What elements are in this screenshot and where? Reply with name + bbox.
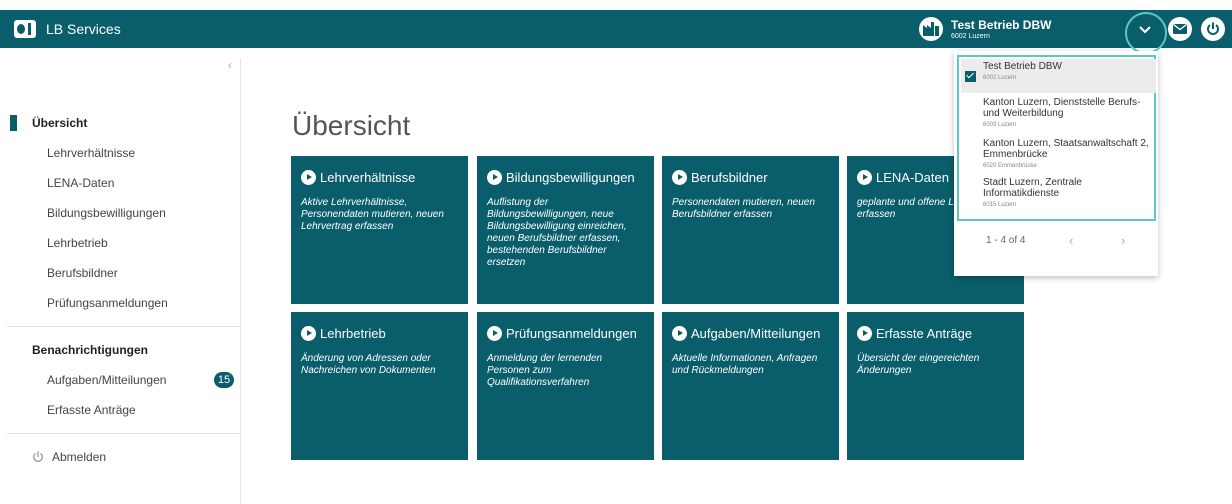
tile-title: Prüfungsanmeldungen <box>506 326 637 341</box>
play-icon <box>487 170 502 185</box>
tile-title: Lehrverhältnisse <box>320 170 416 185</box>
app-title: LB Services <box>46 21 121 37</box>
tile-title: LENA-Daten <box>876 170 949 185</box>
company-location: 6002 Luzern <box>951 32 990 40</box>
play-icon <box>857 170 872 185</box>
mail-icon <box>1173 24 1187 34</box>
logout-link[interactable]: Abmelden <box>7 442 241 472</box>
brand[interactable]: LB Services <box>14 10 121 48</box>
power-icon <box>32 451 44 463</box>
sidebar-item-overview[interactable]: Übersicht <box>7 108 241 138</box>
dropdown-highlight-frame: Test Betrieb DBW 6002 Luzern Kanton Luze… <box>957 55 1156 221</box>
tile-description: Änderung von Adressen oder Nachreichen v… <box>301 353 436 376</box>
tile-title: Bildungsbewilligungen <box>506 170 635 185</box>
option-name: Test Betrieb DBW <box>983 61 1062 72</box>
tile-description: Anmeldung der lernenden Personen zum Qua… <box>487 353 603 388</box>
factory-icon <box>919 17 943 41</box>
divider <box>7 433 241 434</box>
focus-ring <box>1125 12 1167 54</box>
tile-bildungsbewilligungen[interactable]: Bildungsbewilligungen Auflistung der Bil… <box>477 156 654 304</box>
play-icon <box>672 326 687 341</box>
play-icon <box>301 170 316 185</box>
pager: 1 - 4 of 4 ‹ › <box>954 231 1158 251</box>
tile-description: Übersicht der eingereichten Änderungen <box>857 353 980 376</box>
option-location: 6015 Luzern <box>983 202 1017 208</box>
sidebar-item-lehrbetrieb[interactable]: Lehrbetrieb <box>7 228 241 258</box>
tile-description: Personendaten mutieren, neuen Berufsbild… <box>672 197 815 220</box>
tile-aufgaben-mitteilungen[interactable]: Aufgaben/Mitteilungen Aktuelle Informati… <box>662 312 839 460</box>
tile-title: Aufgaben/Mitteilungen <box>691 326 821 341</box>
collapse-sidebar-icon[interactable]: ‹ <box>228 58 232 72</box>
sidebar-item-lehrverhaeltnisse[interactable]: Lehrverhältnisse <box>7 138 241 168</box>
tile-description: Aktive Lehrverhältnisse, Personendaten m… <box>301 197 444 232</box>
top-bar: LB Services Test Betrieb DBW 6002 Luzern <box>0 10 1232 48</box>
power-icon <box>1207 22 1219 35</box>
sidebar-item-berufsbildner[interactable]: Berufsbildner <box>7 258 241 288</box>
company-name: Test Betrieb DBW <box>951 17 1052 32</box>
pager-count: 1 - 4 of 4 <box>986 235 1026 246</box>
play-icon <box>857 326 872 341</box>
sidebar-item-erfasste-antraege[interactable]: Erfasste Anträge <box>7 395 241 425</box>
divider <box>7 326 241 327</box>
mail-button[interactable] <box>1168 17 1192 41</box>
notifications-heading: Benachrichtigungen <box>32 343 149 357</box>
dropdown-option[interactable]: Stadt Luzern, Zentrale Informatikdienste… <box>983 177 1155 208</box>
sidebar-nav: Übersicht Lehrverhältnisse LENA-Daten Bi… <box>7 108 241 472</box>
play-icon <box>301 326 316 341</box>
dropdown-option[interactable]: Kanton Luzern, Dienststelle Berufs- und … <box>983 97 1155 128</box>
option-name: Kanton Luzern, Staatsanwaltschaft 2, Emm… <box>983 138 1149 160</box>
sidebar: ‹ Übersicht Lehrverhältnisse LENA-Daten … <box>7 58 241 504</box>
sidebar-item-pruefungsanmeldungen[interactable]: Prüfungsanmeldungen <box>7 288 241 318</box>
sidebar-item-bildungsbewilligungen[interactable]: Bildungsbewilligungen <box>7 198 241 228</box>
option-location: 6002 Luzern <box>983 75 1017 81</box>
sidebar-item-label: Aufgaben/Mitteilungen <box>47 373 167 387</box>
tile-title: Berufsbildner <box>691 170 768 185</box>
logout-label: Abmelden <box>52 450 107 464</box>
company-selector[interactable]: Test Betrieb DBW 6002 Luzern <box>919 10 1051 48</box>
tile-description: Aktuelle Informationen, Anfragen und Rüc… <box>672 353 818 376</box>
count-badge: 15 <box>214 372 234 388</box>
tile-pruefungsanmeldungen[interactable]: Prüfungsanmeldungen Anmeldung der lernen… <box>477 312 654 460</box>
tile-lehrbetrieb[interactable]: Lehrbetrieb Änderung von Adressen oder N… <box>291 312 468 460</box>
tile-description: Auflistung der Bildungsbewilligungen, ne… <box>487 197 627 268</box>
tile-berufsbildner[interactable]: Berufsbildner Personendaten mutieren, ne… <box>662 156 839 304</box>
option-name: Stadt Luzern, Zentrale Informatikdienste <box>983 177 1082 199</box>
option-location: 6020 Emmenbrücke <box>983 163 1037 169</box>
tile-title: Lehrbetrieb <box>320 326 386 341</box>
tile-title: Erfasste Anträge <box>876 326 973 341</box>
option-name: Kanton Luzern, Dienststelle Berufs- und … <box>983 97 1141 119</box>
chevron-left-icon[interactable]: ‹ <box>1069 233 1073 248</box>
tile-erfasste-antraege[interactable]: Erfasste Anträge Übersicht der eingereic… <box>847 312 1024 460</box>
sidebar-item-aufgaben[interactable]: Aufgaben/Mitteilungen 15 <box>7 365 241 395</box>
option-location: 6003 Luzern <box>983 122 1017 128</box>
dropdown-option[interactable]: Test Betrieb DBW 6002 Luzern <box>983 61 1155 81</box>
dropdown-option[interactable]: Kanton Luzern, Staatsanwaltschaft 2, Emm… <box>983 138 1155 169</box>
sidebar-item-lena-daten[interactable]: LENA-Daten <box>7 168 241 198</box>
company-dropdown-menu: Test Betrieb DBW 6002 Luzern Kanton Luze… <box>954 51 1158 276</box>
tile-lehrverhaeltnisse[interactable]: Lehrverhältnisse Aktive Lehrverhältnisse… <box>291 156 468 304</box>
checkbox-checked-icon[interactable] <box>965 71 976 82</box>
power-button[interactable] <box>1201 17 1225 41</box>
play-icon <box>672 170 687 185</box>
play-icon <box>487 326 502 341</box>
page-title: Übersicht <box>292 110 411 141</box>
brand-logo-icon <box>14 20 36 38</box>
chevron-right-icon[interactable]: › <box>1121 233 1125 248</box>
